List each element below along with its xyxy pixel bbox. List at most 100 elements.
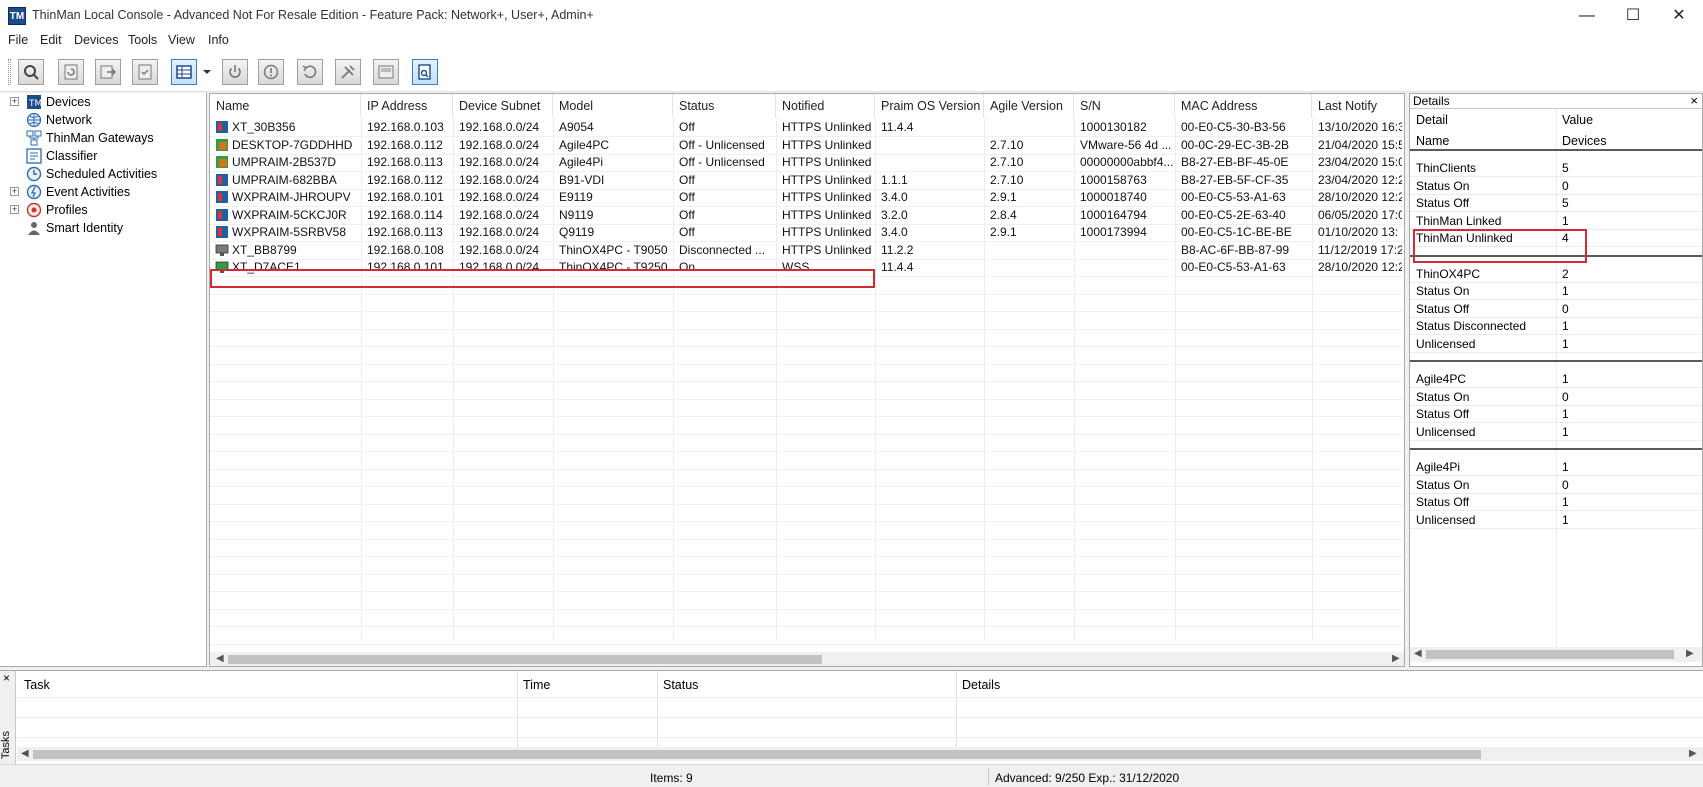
scrollbar-thumb[interactable] bbox=[228, 655, 822, 664]
table-row[interactable]: WXPRAIM-5SRBV58 192.168.0.113 192.168.0.0/… bbox=[210, 223, 1404, 242]
cell-agile-version: 2.7.10 bbox=[990, 155, 1024, 169]
close-details-icon[interactable]: × bbox=[1690, 93, 1698, 108]
detail-row-line bbox=[1410, 475, 1702, 476]
close-tasks-icon[interactable]: × bbox=[3, 671, 10, 685]
menu-edit[interactable]: Edit bbox=[40, 33, 62, 47]
tasks-horizontal-scrollbar[interactable]: ◀ ▶ bbox=[17, 747, 1703, 761]
dropdown-icon bbox=[203, 70, 211, 74]
column-header-last-notify[interactable]: Last Notify bbox=[1312, 94, 1404, 118]
table-row[interactable]: XT_BB8799 192.168.0.108 192.168.0.0/24 Thin… bbox=[210, 241, 1404, 260]
cell-ip-address: 192.168.0.108 bbox=[367, 242, 444, 257]
menu-devices[interactable]: Devices bbox=[74, 33, 118, 47]
column-header-notified[interactable]: Notified bbox=[776, 94, 875, 118]
tree-item-thinman-gateways[interactable]: ThinMan Gateways bbox=[0, 129, 205, 147]
cell-status: Off bbox=[679, 225, 695, 239]
scroll-left-icon[interactable]: ◀ bbox=[21, 748, 29, 759]
scroll-left-icon[interactable]: ◀ bbox=[1414, 648, 1422, 659]
tree-item-event-activities[interactable]: + Event Activities bbox=[0, 183, 205, 201]
toolbar-grip[interactable] bbox=[8, 59, 11, 85]
cell-name: WXPRAIM-JHROUPV bbox=[232, 190, 351, 204]
menu-info[interactable]: Info bbox=[208, 33, 229, 47]
tree-item-scheduled-activities[interactable]: Scheduled Activities bbox=[0, 165, 205, 183]
tree-item-smart-identity[interactable]: Smart Identity bbox=[0, 219, 205, 237]
tasks-column-time[interactable]: Time bbox=[523, 678, 550, 692]
table-row[interactable]: UMPRAIM-682BBA 192.168.0.112 192.168.0.0/2… bbox=[210, 171, 1404, 190]
cell-serial-number: 00000000abbf4... bbox=[1080, 155, 1173, 169]
export-button[interactable] bbox=[95, 59, 121, 85]
detail-name: Status Off bbox=[1416, 407, 1470, 421]
scrollbar-thumb[interactable] bbox=[33, 750, 1481, 759]
column-header-name[interactable]: Name bbox=[210, 94, 361, 118]
refresh-button[interactable] bbox=[58, 59, 84, 85]
detail-name: Status On bbox=[1416, 389, 1470, 404]
scroll-right-icon[interactable]: ▶ bbox=[1392, 653, 1400, 664]
cell-notified: HTTPS Unlinked bbox=[782, 155, 872, 169]
table-row[interactable]: WXPRAIM-JHROUPV 192.168.0.101 192.168.0.0/… bbox=[210, 188, 1404, 207]
view-dropdown-button[interactable] bbox=[200, 63, 214, 81]
column-header-serial-number[interactable]: S/N bbox=[1074, 94, 1175, 118]
menu-file[interactable]: File bbox=[8, 33, 28, 47]
detail-value: 1 bbox=[1562, 372, 1569, 386]
column-header-status[interactable]: Status bbox=[673, 94, 776, 118]
grid-view-icon bbox=[176, 65, 192, 79]
message-button[interactable] bbox=[373, 59, 399, 85]
tasks-column-details[interactable]: Details bbox=[962, 678, 1000, 692]
minimize-button[interactable]: — bbox=[1564, 0, 1610, 31]
grid-view-button[interactable] bbox=[171, 59, 197, 85]
table-row[interactable]: XT_30B356 192.168.0.103 192.168.0.0/24 A905… bbox=[210, 118, 1404, 137]
restart-button[interactable] bbox=[297, 59, 323, 85]
settings-tool-button[interactable] bbox=[335, 59, 361, 85]
tasks-column-task[interactable]: Task bbox=[24, 678, 50, 692]
cell-ip-address: 192.168.0.103 bbox=[367, 120, 444, 134]
search-button[interactable] bbox=[18, 59, 44, 85]
column-header-mac-address[interactable]: MAC Address bbox=[1175, 94, 1312, 118]
tree-item-classifier[interactable]: Classifier bbox=[0, 147, 205, 165]
tasks-tab[interactable]: × Tasks bbox=[0, 671, 16, 765]
column-header-device-subnet[interactable]: Device Subnet bbox=[453, 94, 553, 118]
empty-row bbox=[210, 293, 1404, 312]
column-header-model[interactable]: Model bbox=[553, 94, 673, 118]
cell-status: Off bbox=[679, 190, 695, 204]
scroll-left-icon[interactable]: ◀ bbox=[216, 653, 224, 664]
power-button[interactable] bbox=[222, 59, 248, 85]
grid-horizontal-scrollbar[interactable]: ◀ ▶ bbox=[210, 652, 1404, 666]
scroll-right-icon[interactable]: ▶ bbox=[1689, 748, 1697, 759]
detail-name: Unlicensed bbox=[1416, 336, 1476, 351]
tree-item-profiles[interactable]: + Profiles bbox=[0, 201, 205, 219]
cell-last-notify: 01/10/2020 13: bbox=[1318, 225, 1399, 239]
scroll-right-icon[interactable]: ▶ bbox=[1686, 648, 1694, 659]
detail-row-line bbox=[1410, 299, 1702, 300]
scrollbar-thumb[interactable] bbox=[1426, 650, 1674, 659]
expand-icon[interactable]: + bbox=[10, 205, 19, 214]
column-header-praim-os-version[interactable]: Praim OS Version bbox=[875, 94, 984, 118]
cell-ip-address: 192.168.0.112 bbox=[367, 137, 443, 152]
tasks-column-status[interactable]: Status bbox=[663, 678, 698, 692]
maximize-button[interactable]: ☐ bbox=[1610, 0, 1656, 31]
expand-icon[interactable]: + bbox=[10, 187, 19, 196]
column-header-ip-address[interactable]: IP Address bbox=[361, 94, 453, 118]
tree-item-devices[interactable]: + TM Devices bbox=[0, 93, 205, 111]
expand-icon[interactable]: + bbox=[10, 97, 19, 106]
cell-status: Off bbox=[679, 172, 695, 187]
detail-row-line bbox=[1410, 404, 1702, 406]
close-window-button[interactable]: ✕ bbox=[1656, 0, 1702, 31]
menu-tools[interactable]: Tools bbox=[128, 33, 157, 47]
search-document-icon bbox=[418, 64, 431, 80]
apply-button[interactable] bbox=[132, 59, 158, 85]
table-row[interactable]: DESKTOP-7GDDHHD 192.168.0.112 192.168.0.0/… bbox=[210, 136, 1404, 155]
table-row[interactable]: UMPRAIM-2B537D 192.168.0.113 192.168.0.0/2… bbox=[210, 153, 1404, 172]
tree-item-network[interactable]: Network bbox=[0, 111, 205, 129]
details-subheader-devices: Devices bbox=[1562, 134, 1607, 148]
clock-icon bbox=[26, 166, 42, 182]
detail-name: ThinOX4PC bbox=[1416, 266, 1481, 281]
details-horizontal-scrollbar[interactable]: ◀ ▶ bbox=[1410, 647, 1702, 662]
menu-view[interactable]: View bbox=[168, 33, 195, 47]
column-header-agile-version[interactable]: Agile Version bbox=[984, 94, 1074, 118]
detail-row-line bbox=[1410, 351, 1702, 353]
details-title: Details × bbox=[1410, 93, 1702, 109]
search-document-button[interactable] bbox=[412, 59, 438, 85]
detail-name: Status Off bbox=[1416, 196, 1470, 210]
table-row[interactable]: WXPRAIM-5CKCJ0R 192.168.0.114 192.168.0.0/… bbox=[210, 206, 1404, 225]
info-button[interactable] bbox=[258, 59, 284, 85]
cell-last-notify: 28/10/2020 12:2 bbox=[1318, 190, 1402, 204]
